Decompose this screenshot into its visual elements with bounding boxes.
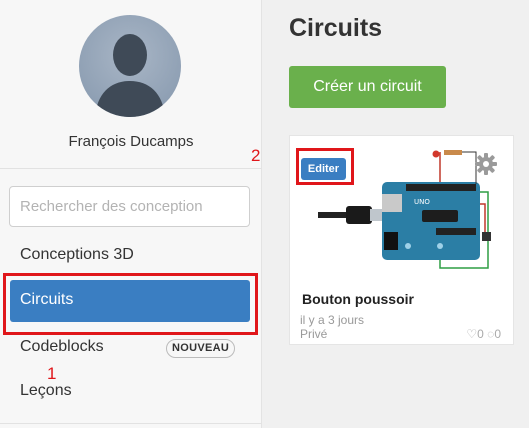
- sidebar: François Ducamps Conceptions 3D Circuits…: [0, 0, 262, 428]
- avatar[interactable]: [79, 15, 181, 117]
- annotation-marker-1: 1: [47, 364, 57, 383]
- sidebar-item-label: Codeblocks: [20, 338, 104, 355]
- highlight-box-1: [3, 273, 258, 335]
- likes-count: 0: [477, 327, 484, 341]
- svg-text:UNO: UNO: [414, 198, 430, 206]
- search-input[interactable]: [9, 186, 250, 227]
- sidebar-item-label: Leçons: [20, 382, 72, 399]
- divider: [0, 423, 262, 424]
- username: François Ducamps: [68, 133, 194, 150]
- annotation-marker-2: 2: [251, 146, 261, 165]
- highlight-box-2: [296, 148, 354, 185]
- heart-icon: ♡: [466, 327, 478, 341]
- circuit-card[interactable]: UNO Editer Bouton poussoir il y a 3 jour…: [289, 135, 514, 345]
- sidebar-item-conceptions-3d[interactable]: Conceptions 3D: [0, 246, 262, 270]
- card-title[interactable]: Bouton poussoir: [302, 291, 414, 307]
- divider: [0, 168, 262, 169]
- gear-icon[interactable]: [474, 152, 498, 176]
- page-title: Circuits: [289, 14, 383, 42]
- new-badge: NOUVEAU: [166, 339, 236, 358]
- sidebar-item-lecons[interactable]: Leçons: [0, 382, 262, 406]
- create-circuit-button[interactable]: Créer un circuit: [289, 66, 446, 108]
- comments-count: 0: [494, 327, 501, 341]
- user-silhouette-icon: [95, 34, 165, 117]
- card-timestamp: il y a 3 jours: [300, 313, 365, 327]
- card-stats: ♡0 ◌0: [466, 327, 501, 341]
- sidebar-item-label: Conceptions 3D: [20, 246, 134, 263]
- card-privacy: Privé: [300, 327, 328, 341]
